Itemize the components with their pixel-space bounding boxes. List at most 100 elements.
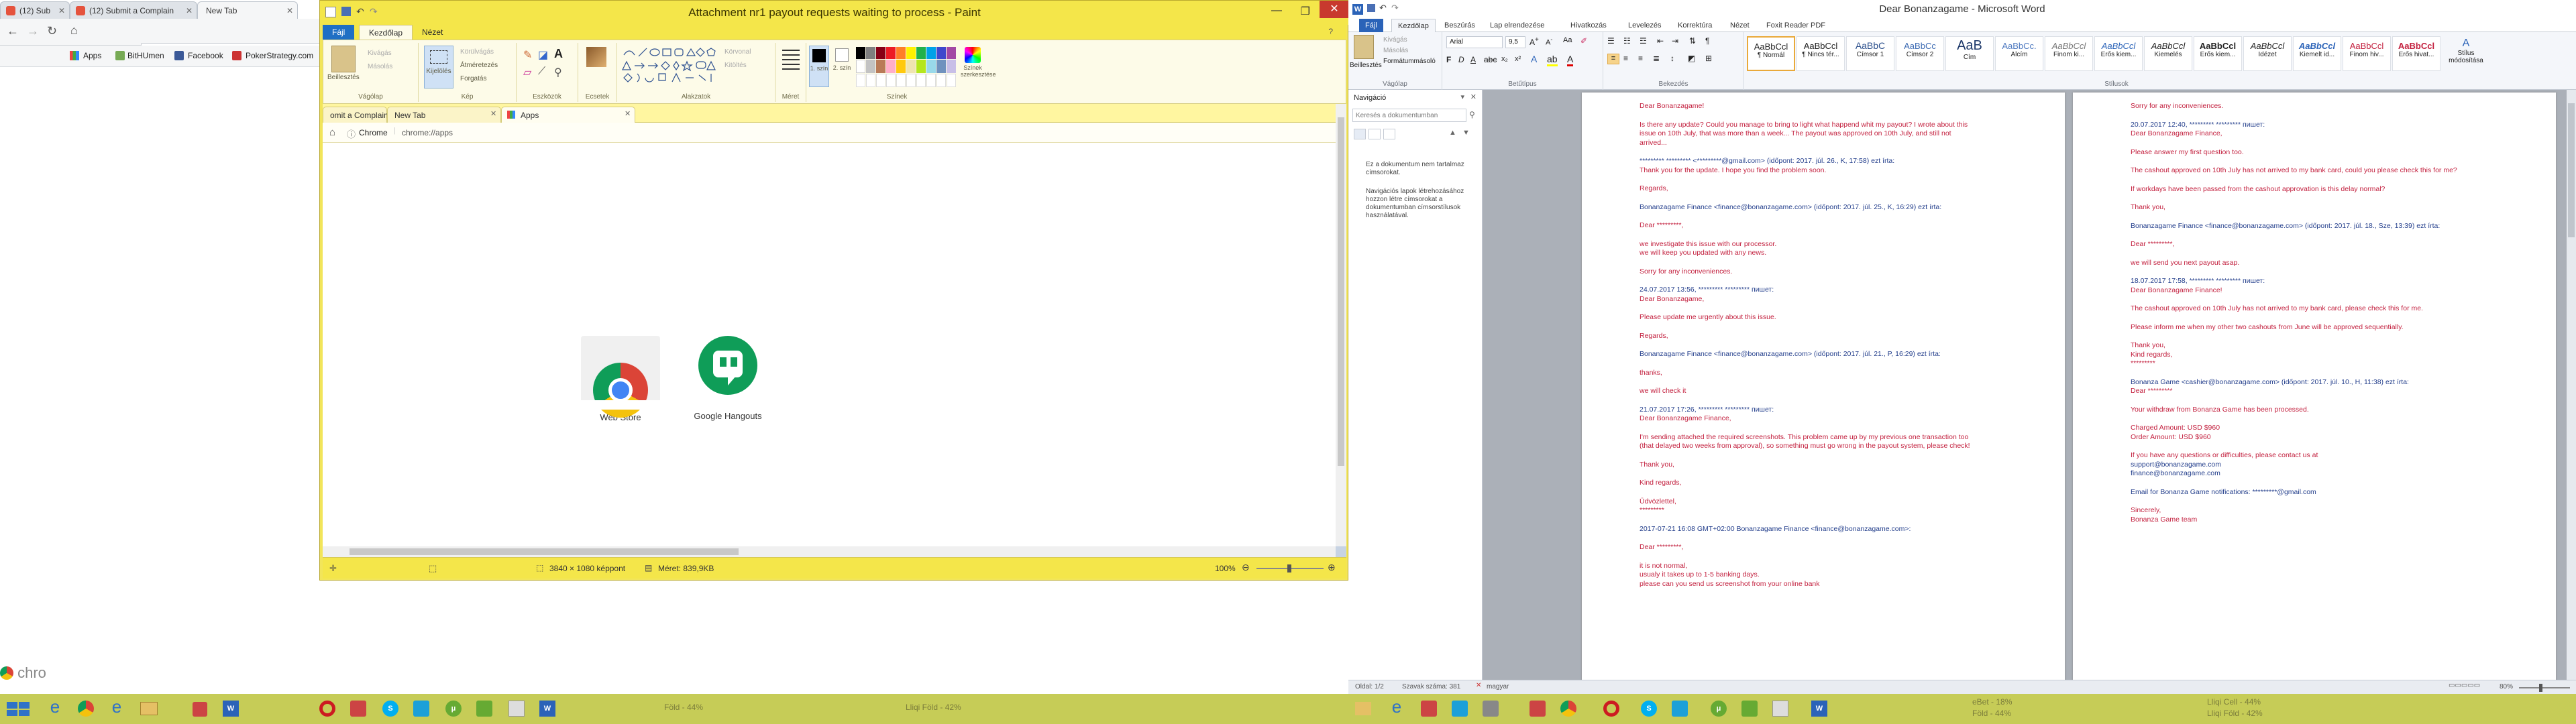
color-palette[interactable] (856, 47, 956, 87)
bold-icon[interactable]: F (1446, 55, 1451, 64)
style-subtle-reference[interactable]: AaBbCcl Finom hiv... (2343, 36, 2391, 71)
bookmark-apps[interactable]: Apps (83, 51, 101, 60)
dropdown-icon[interactable]: ▾ (1460, 93, 1464, 101)
grow-font-icon[interactable]: A+ (1529, 36, 1539, 47)
ie-icon[interactable]: e (40, 697, 70, 721)
style-quote[interactable]: AaBbCcl Idézet (2243, 36, 2292, 71)
word-count[interactable]: Szavak száma: 381 (1402, 683, 1460, 690)
next-icon[interactable]: ▼ (1462, 129, 1470, 137)
tab-file[interactable]: Fájl (1359, 19, 1383, 32)
cut-button[interactable]: Kivágás (368, 50, 392, 57)
change-styles-button[interactable]: A Stílus módosítása (2446, 38, 2486, 64)
style-strong[interactable]: AaBbCcl Erős kiem... (2194, 36, 2242, 71)
app-icon-7[interactable] (1445, 697, 1474, 721)
forward-icon[interactable]: → (27, 24, 39, 38)
style-normal[interactable]: AaBbCcl ¶ Normál (1747, 36, 1795, 71)
tab-review[interactable]: Korrektúra (1672, 19, 1718, 32)
color1-button[interactable]: 1. szín (809, 46, 829, 87)
ie-icon-3[interactable]: e (1382, 697, 1411, 721)
justify-icon[interactable]: ≣ (1653, 54, 1660, 63)
tab-mailings[interactable]: Levelezés (1622, 19, 1668, 32)
align-right-icon[interactable]: ≡ (1638, 54, 1643, 63)
style-emphasis[interactable]: AaBbCcl Kiemelés (2144, 36, 2192, 71)
opera-icon[interactable] (313, 697, 342, 721)
paint-taskbar-icon-2[interactable] (1766, 697, 1795, 721)
style-heading1[interactable]: AaBbC Címsor 1 (1846, 36, 1894, 71)
style-title[interactable]: AaB Cím (1945, 36, 1994, 71)
maximize-icon[interactable]: ❐ (1301, 5, 1310, 18)
opera-icon-2[interactable] (1597, 697, 1626, 721)
paste-icon[interactable] (331, 46, 356, 72)
app-icon-4[interactable] (470, 697, 499, 721)
app-icon-8[interactable] (1476, 697, 1505, 721)
style-no-spacing[interactable]: AaBbCcl ¶ Nincs tér... (1796, 36, 1845, 71)
color2-button[interactable]: 2. szín (832, 46, 852, 87)
bookmark-bithumen[interactable]: BitHUmen (127, 51, 164, 60)
app-icon-3[interactable] (407, 697, 436, 721)
copy-button[interactable]: Másolás (368, 63, 392, 70)
style-intense-quote[interactable]: AaBbCcl Kiemelt id... (2293, 36, 2341, 71)
paste-button[interactable]: Beillesztés (327, 74, 360, 81)
nav-results-tab[interactable] (1383, 129, 1395, 139)
shading-icon[interactable]: ◩ (1688, 54, 1695, 63)
crop-button[interactable]: Körülvágás (460, 48, 494, 56)
language[interactable]: magyar (1487, 683, 1509, 690)
color-picker-icon[interactable]: ⟋ (538, 66, 545, 78)
cut-button[interactable]: Kivágás (1383, 36, 1407, 44)
rotate-button[interactable]: Forgatás (460, 75, 486, 82)
style-subtitle[interactable]: AaBbCc. Alcím (1995, 36, 2043, 71)
style-intense-reference[interactable]: AaBbCcl Erős hivat... (2392, 36, 2440, 71)
skype-icon-2[interactable]: S (1634, 697, 1664, 721)
borders-icon[interactable]: ⊞ (1705, 54, 1712, 63)
zoom-slider[interactable] (2519, 684, 2570, 692)
paste-icon[interactable] (1354, 35, 1374, 59)
shape-outline-button[interactable]: Körvonal (724, 48, 751, 56)
edit-colors-button[interactable]: Színek szerkesztése (961, 46, 996, 87)
line-spacing-icon[interactable]: ↕ (1670, 54, 1674, 63)
utorrent-icon[interactable]: μ (439, 697, 468, 721)
zoom-slider-thumb[interactable] (1287, 564, 1291, 572)
style-subtle-emphasis[interactable]: AaBbCcl Finom ki... (2045, 36, 2093, 71)
skype-icon[interactable]: S (376, 697, 405, 721)
horizontal-scrollbar[interactable] (323, 546, 1336, 557)
zoom-in-icon[interactable]: ⊕ (1328, 562, 1336, 573)
close-icon[interactable]: ✕ (1470, 93, 1477, 101)
paint-taskbar-icon[interactable] (502, 697, 531, 721)
chrome-tab-2[interactable]: (12) Submit a Complain ✕ (70, 1, 197, 19)
zoom-slider-thumb[interactable] (2539, 684, 2542, 692)
canvas-image[interactable]: omit a Complain New Tab ✕ Apps ✕ ⌂ ⓘ Chr… (323, 104, 1336, 546)
chrome-taskbar-icon-2[interactable] (1554, 697, 1583, 721)
chrome-taskbar-icon[interactable] (71, 697, 101, 721)
increase-indent-icon[interactable]: ⇥ (1672, 36, 1678, 46)
tab-foxit-pdf[interactable]: Foxit Reader PDF (1760, 19, 1831, 32)
tab-insert[interactable]: Beszúrás (1438, 19, 1481, 32)
app-icon[interactable] (185, 697, 215, 721)
reload-icon[interactable]: ↻ (47, 24, 57, 38)
close-icon[interactable]: ✕ (286, 2, 293, 19)
eraser-icon[interactable]: ▱ (523, 66, 531, 79)
explorer-icon[interactable] (134, 697, 164, 721)
font-color-icon[interactable]: A (1567, 54, 1574, 66)
sort-icon[interactable]: ⇅ (1689, 36, 1696, 46)
view-buttons-icon[interactable]: ▭▭▭▭▭ (2449, 682, 2480, 689)
tab-home[interactable]: Kezdőlap (359, 25, 413, 40)
align-center-icon[interactable]: ≡ (1623, 54, 1628, 63)
vertical-scrollbar[interactable] (2567, 90, 2576, 680)
paste-button[interactable]: Beillesztés (1350, 62, 1382, 69)
clear-format-icon[interactable]: ✐ (1580, 36, 1587, 46)
app-icon-6[interactable] (1414, 697, 1444, 721)
style-heading2[interactable]: AaBbCc Címsor 2 (1896, 36, 1944, 71)
word-taskbar-icon-3[interactable]: W (1805, 697, 1834, 721)
tab-view[interactable]: Nézet (1724, 19, 1756, 32)
close-icon[interactable]: ✕ (1320, 1, 1349, 18)
close-icon[interactable]: ✕ (58, 2, 65, 19)
fill-icon[interactable]: ◪ (538, 48, 548, 62)
search-icon[interactable]: ⚲ (1469, 110, 1475, 119)
font-size-select[interactable]: 9,5 (1505, 36, 1525, 48)
tab-file[interactable]: Fájl (323, 25, 355, 40)
style-intense-emphasis[interactable]: AaBbCcl Erős kiem... (2094, 36, 2143, 71)
tab-references[interactable]: Hivatkozás (1564, 19, 1613, 32)
decrease-indent-icon[interactable]: ⇤ (1657, 36, 1664, 46)
ie-icon-2[interactable]: e (102, 697, 131, 721)
document-page-2[interactable]: Sorry for any inconveniences. 20.07.2017 … (2073, 93, 2556, 682)
